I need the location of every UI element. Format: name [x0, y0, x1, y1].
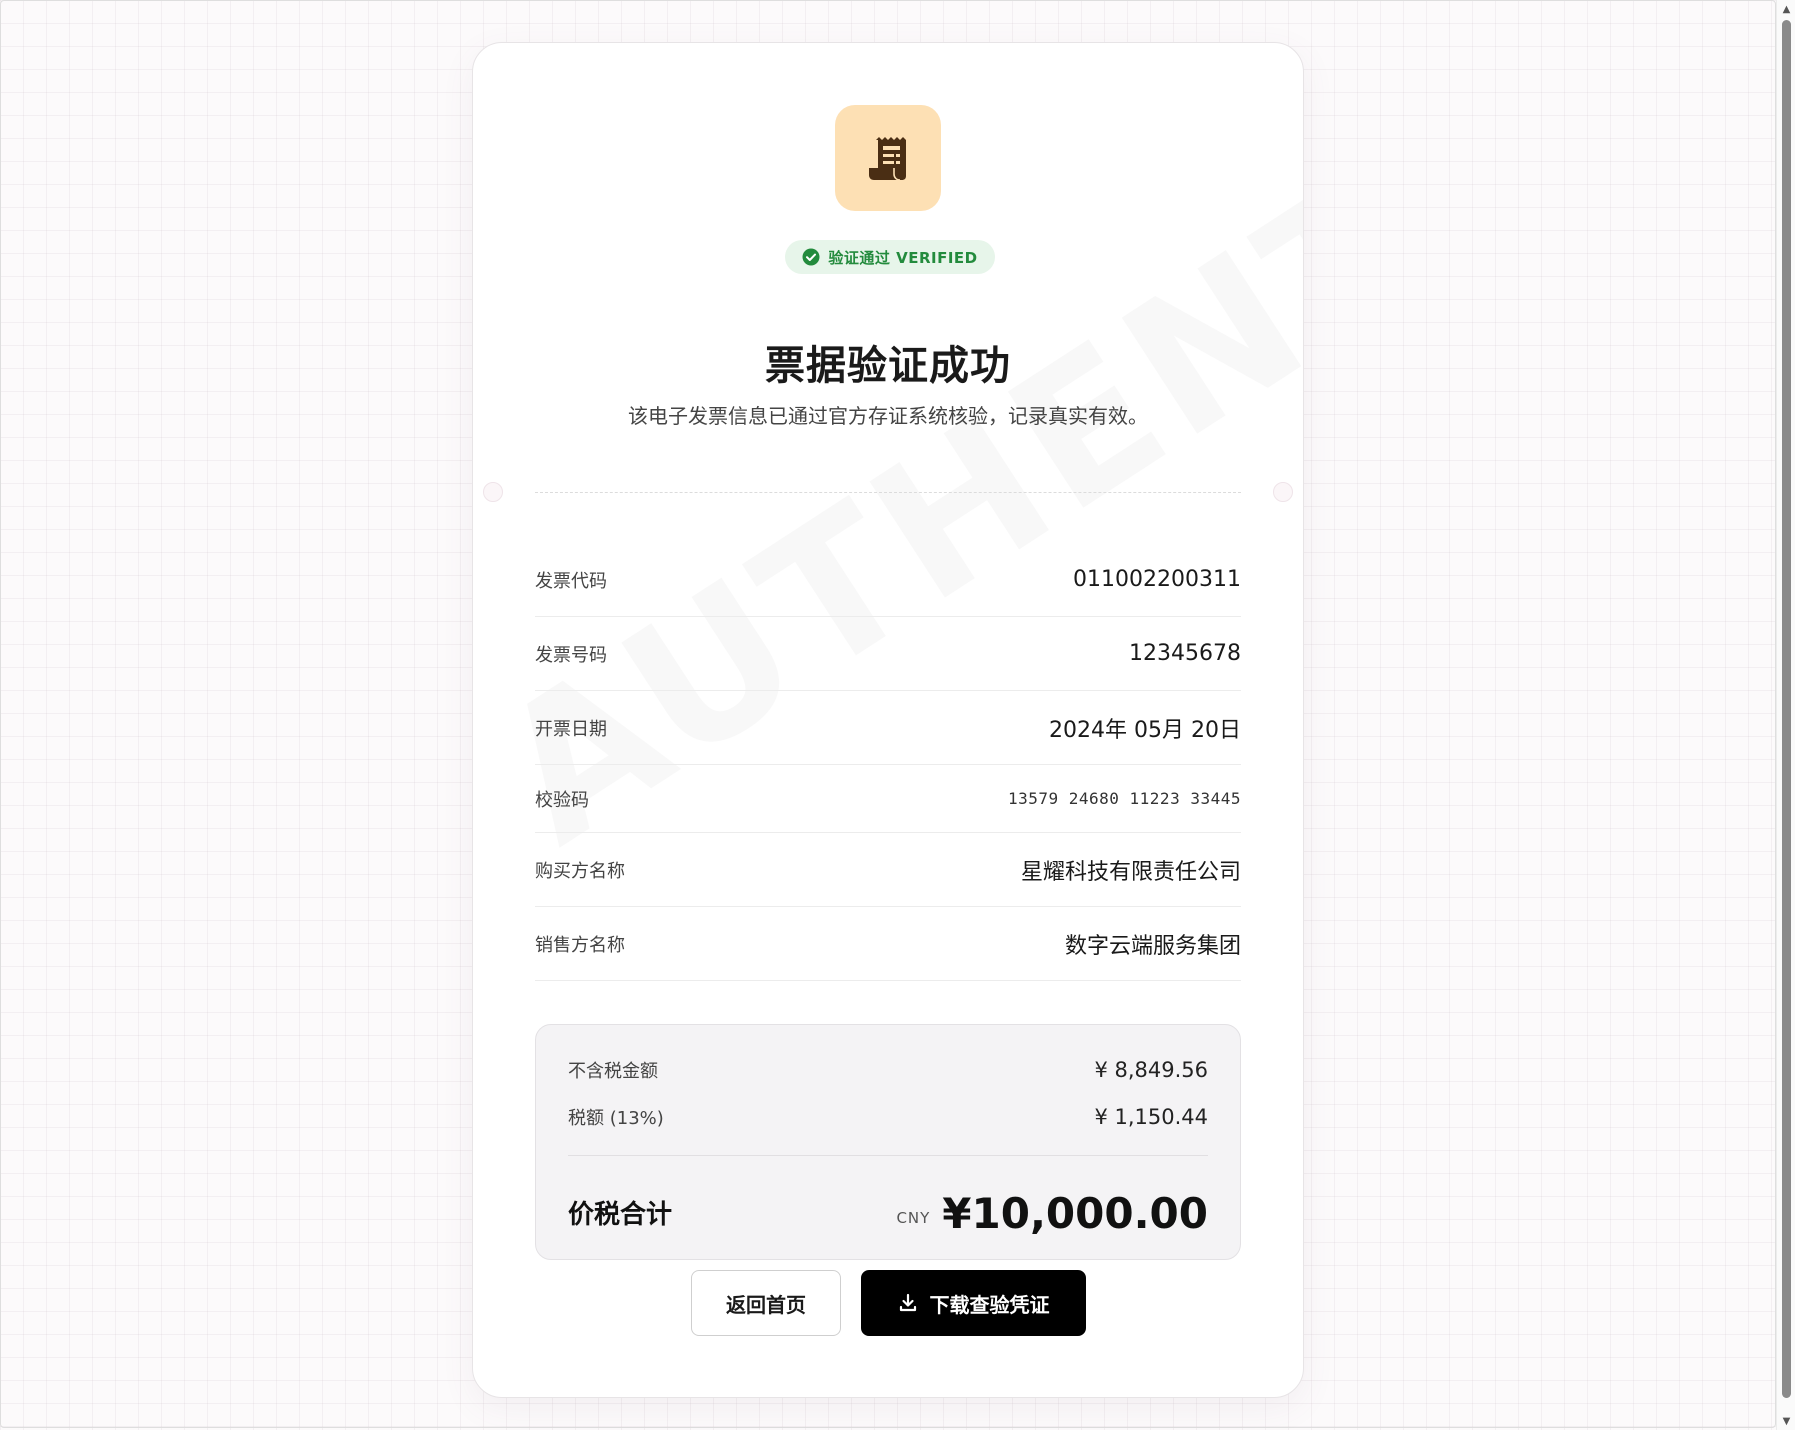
- detail-label: 购买方名称: [535, 860, 625, 882]
- detail-row-invoice-number: 发票号码 12345678: [535, 617, 1241, 691]
- scroll-thumb[interactable]: [1782, 20, 1791, 1398]
- detail-row-invoice-code: 发票代码 011002200311: [535, 543, 1241, 617]
- vertical-scrollbar[interactable]: ▲ ▼: [1776, 0, 1795, 1430]
- currency-code: CNY: [896, 1209, 931, 1227]
- detail-label: 校验码: [535, 789, 589, 811]
- scroll-down-arrow-icon[interactable]: ▼: [1777, 1412, 1795, 1430]
- badge-text: 验证通过 VERIFIED: [828, 248, 978, 267]
- summary-divider: [568, 1155, 1208, 1156]
- check-circle-icon: [802, 248, 820, 266]
- receipt-icon-box: [835, 105, 941, 211]
- receipt-icon: [869, 137, 906, 181]
- detail-row-check-code: 校验码 13579 24680 11223 33445: [535, 765, 1241, 833]
- total-amount-line: 价税合计 CNY ¥10,000.00: [568, 1175, 1208, 1235]
- detail-value: 13579 24680 11223 33445: [1007, 789, 1241, 808]
- dashed-divider: [535, 492, 1241, 493]
- detail-row-seller: 销售方名称 数字云端服务集团: [535, 907, 1241, 981]
- detail-value: 数字云端服务集团: [1064, 933, 1241, 959]
- detail-label: 发票代码: [535, 570, 607, 592]
- detail-label: 销售方名称: [535, 934, 625, 956]
- pretax-amount-line: 不含税金额 ¥ 8,849.56: [568, 1055, 1208, 1085]
- detail-value: 2024年 05月 20日: [1049, 717, 1241, 743]
- ticket-notch-left: [483, 482, 503, 502]
- detail-value: 011002200311: [1073, 567, 1241, 592]
- detail-value: 星耀科技有限责任公司: [1020, 859, 1241, 885]
- detail-label: 发票号码: [535, 644, 607, 666]
- back-home-button[interactable]: 返回首页: [691, 1270, 841, 1336]
- verification-card: AUTHENTIC 验证通过 VERIFIED 票据验证成功 该电子发票信息已通…: [472, 42, 1304, 1398]
- download-label: 下载查验凭证: [929, 1292, 1050, 1317]
- invoice-details: 发票代码 011002200311 发票号码 12345678 开票日期 202…: [535, 543, 1241, 981]
- page-title: 票据验证成功: [765, 343, 1011, 389]
- download-certificate-button[interactable]: 下载查验凭证: [861, 1270, 1086, 1336]
- amount-summary: 不含税金额 ¥ 8,849.56 税额 (13%) ¥ 1,150.44 价税合…: [535, 1024, 1241, 1260]
- detail-row-issue-date: 开票日期 2024年 05月 20日: [535, 691, 1241, 765]
- detail-value: 12345678: [1129, 641, 1241, 666]
- pretax-label: 不含税金额: [568, 1061, 658, 1082]
- verified-badge: 验证通过 VERIFIED: [785, 240, 995, 274]
- ticket-notch-right: [1273, 482, 1293, 502]
- scroll-up-arrow-icon[interactable]: ▲: [1777, 0, 1795, 18]
- tax-amount-line: 税额 (13%) ¥ 1,150.44: [568, 1102, 1208, 1132]
- back-home-label: 返回首页: [726, 1292, 806, 1317]
- download-icon: [898, 1293, 918, 1313]
- page-subtitle: 该电子发票信息已通过官方存证系统核验，记录真实有效。: [628, 404, 1148, 428]
- detail-label: 开票日期: [535, 718, 607, 740]
- total-label: 价税合计: [568, 1200, 673, 1230]
- total-value: ¥10,000.00: [942, 1189, 1208, 1238]
- total-amount: CNY ¥10,000.00: [896, 1193, 1208, 1235]
- pretax-value: ¥ 8,849.56: [1094, 1058, 1208, 1082]
- tax-value: ¥ 1,150.44: [1094, 1105, 1208, 1129]
- detail-row-buyer: 购买方名称 星耀科技有限责任公司: [535, 833, 1241, 907]
- tax-label: 税额 (13%): [568, 1108, 664, 1129]
